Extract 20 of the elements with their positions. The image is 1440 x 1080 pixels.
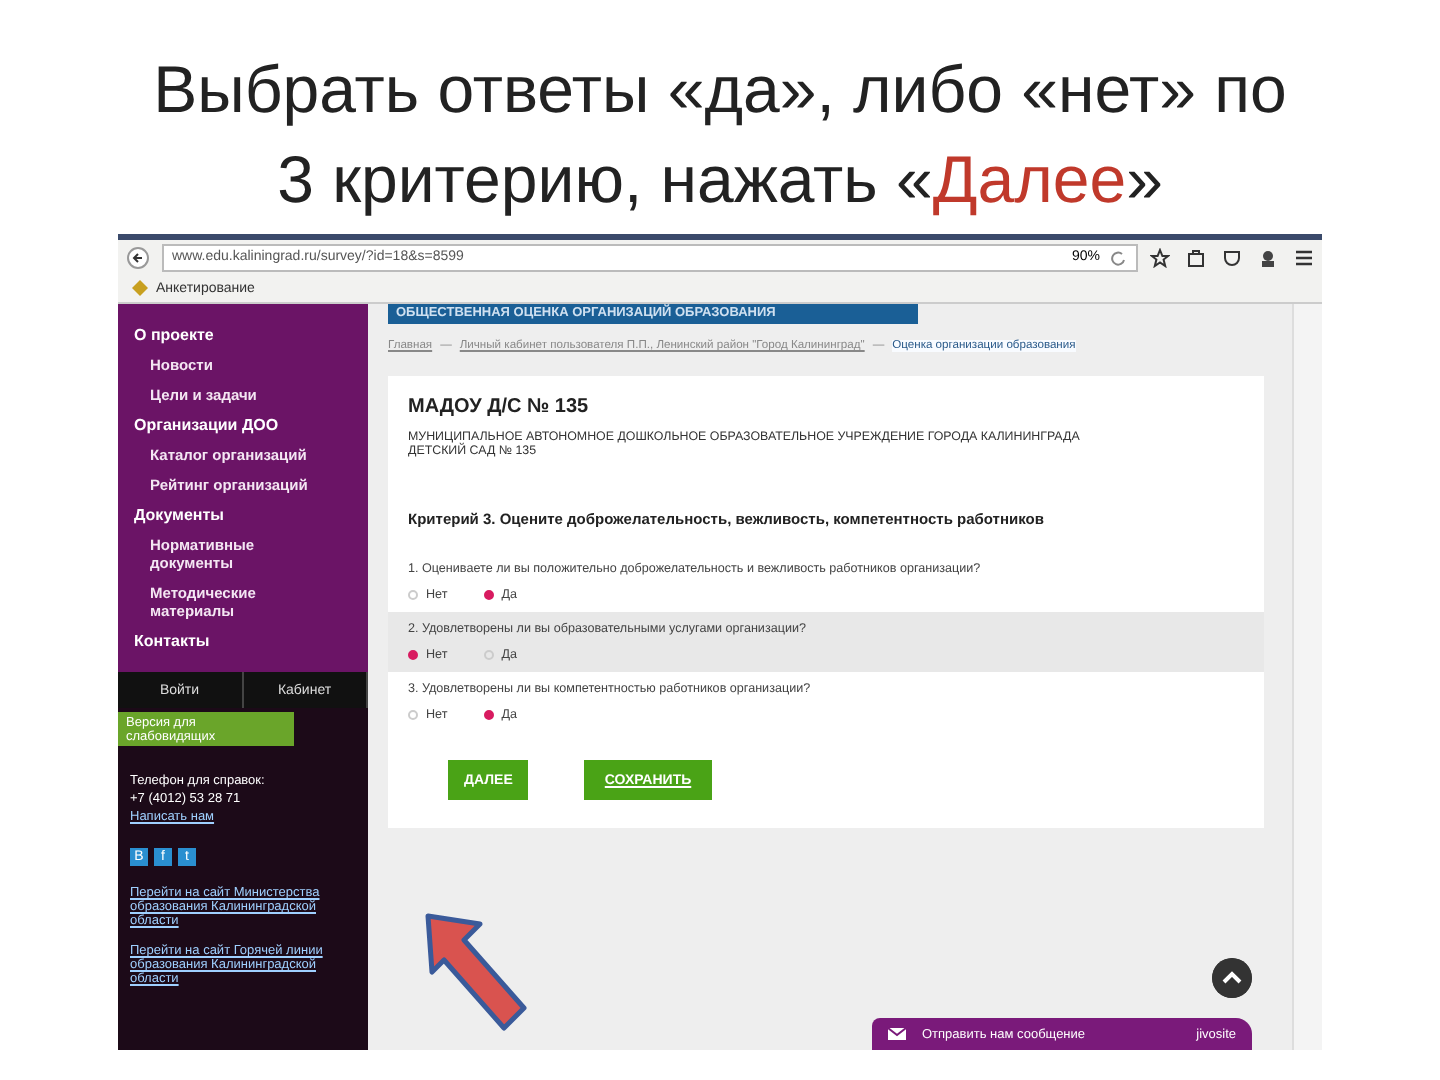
nav-section-link[interactable]: Контакты	[118, 626, 368, 656]
scrollbar[interactable]	[1292, 304, 1322, 1050]
person-icon[interactable]	[1258, 247, 1278, 267]
star-icon[interactable]	[1150, 247, 1170, 267]
slide-title: Выбрать ответы «да», либо «нет» по 3 критерию, нажать «Далее»	[151, 50, 1289, 220]
radio-dot[interactable]	[483, 590, 494, 600]
organization-title: МАДОУ Д/С № 135	[406, 396, 591, 418]
radio-dot[interactable]	[483, 710, 494, 720]
clipboard-icon[interactable]	[1186, 247, 1206, 267]
menu-icon[interactable]	[1294, 247, 1314, 267]
back-icon[interactable]	[126, 245, 150, 269]
pointer-arrow-icon	[424, 912, 528, 1036]
reload-icon[interactable]	[1108, 247, 1128, 267]
radio-dot[interactable]	[408, 650, 418, 660]
scroll-up-icon[interactable]	[1212, 958, 1252, 998]
nav-section-link[interactable]: Организации ДОО	[118, 410, 368, 440]
envelope-icon	[888, 1026, 906, 1042]
nav-section-link[interactable]: Документы	[118, 500, 368, 530]
nav-section-link[interactable]: О проекте	[118, 320, 368, 350]
bookmark-icon	[130, 278, 150, 298]
